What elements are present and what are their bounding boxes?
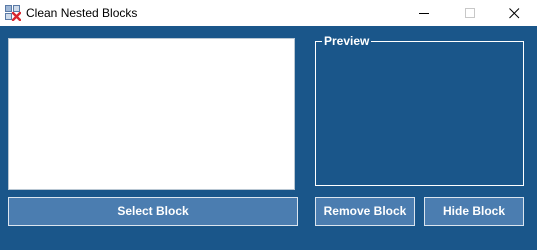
app-blocks-icon bbox=[5, 5, 22, 22]
title-bar[interactable]: Clean Nested Blocks bbox=[0, 0, 537, 26]
maximize-icon bbox=[465, 8, 475, 18]
hide-block-button[interactable]: Hide Block bbox=[424, 197, 524, 226]
close-button[interactable] bbox=[491, 0, 537, 26]
minimize-button[interactable] bbox=[401, 0, 447, 26]
client-area: Preview Select Block Remove Block Hide B… bbox=[0, 26, 537, 250]
select-block-button[interactable]: Select Block bbox=[8, 197, 298, 226]
preview-group: Preview bbox=[315, 33, 524, 186]
remove-block-button[interactable]: Remove Block bbox=[315, 197, 415, 226]
maximize-button[interactable] bbox=[447, 0, 493, 26]
close-icon bbox=[509, 8, 520, 19]
preview-label: Preview bbox=[322, 33, 372, 49]
window-title: Clean Nested Blocks bbox=[26, 6, 138, 20]
app-window: Clean Nested Blocks Preview Select Block… bbox=[0, 0, 537, 250]
minimize-icon bbox=[419, 13, 429, 14]
blocks-list[interactable] bbox=[8, 38, 295, 190]
